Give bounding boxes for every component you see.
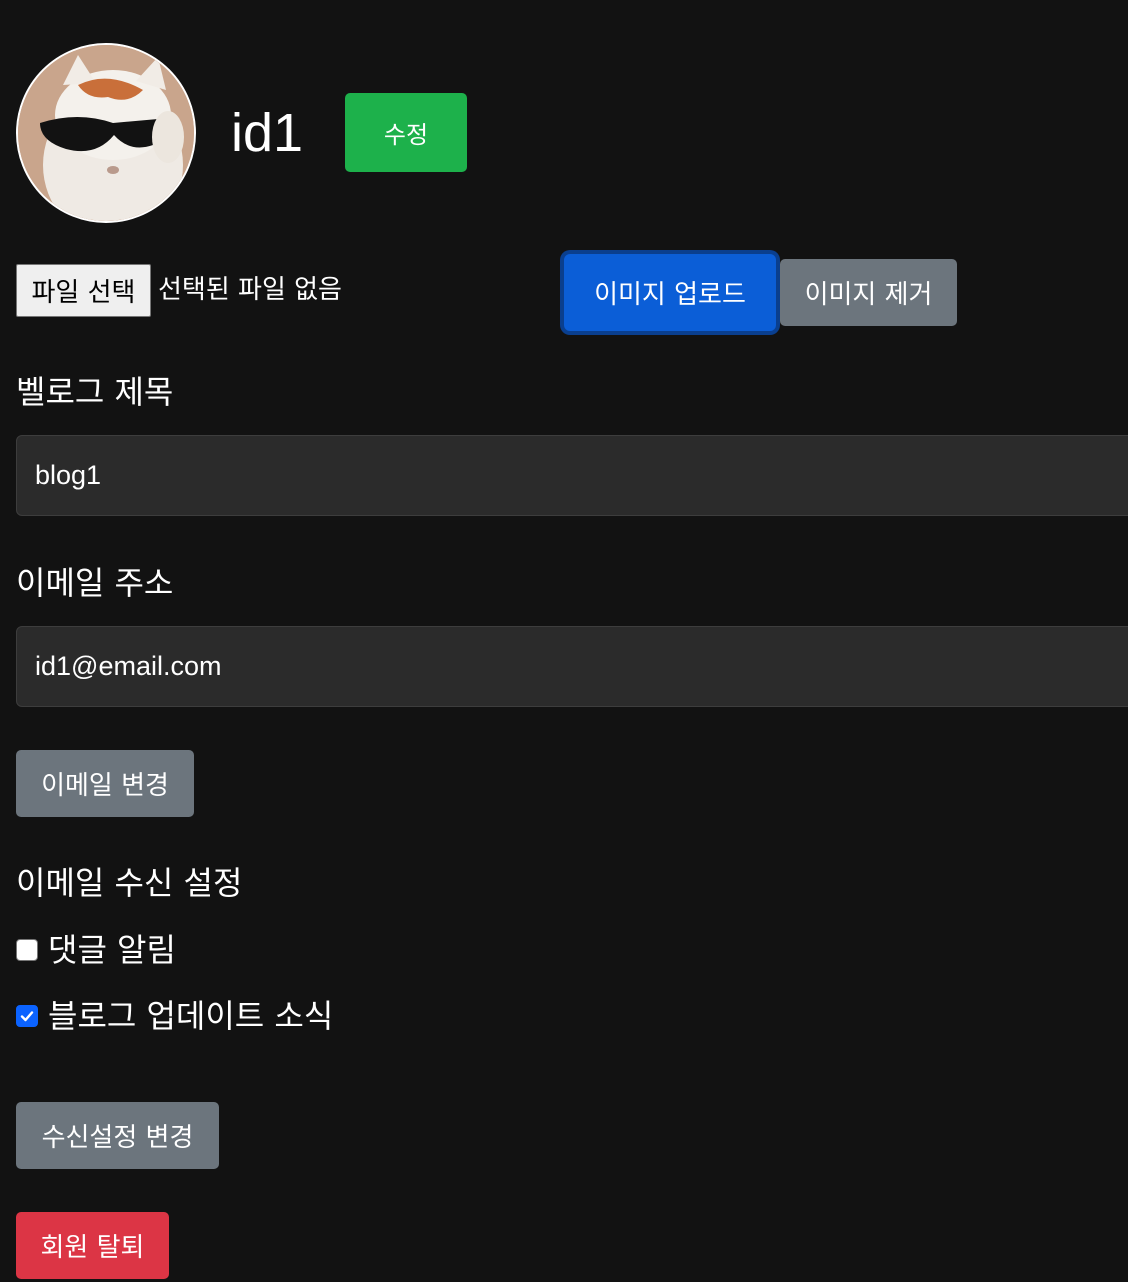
profile-avatar <box>16 43 196 223</box>
blog-title-label: 벨로그 제목 <box>16 373 174 411</box>
comment-notification-checkbox[interactable] <box>16 939 38 961</box>
blog-update-checkbox[interactable] <box>16 1005 38 1027</box>
blog-update-label: 블로그 업데이트 소식 <box>48 997 334 1035</box>
blog-title-input[interactable] <box>16 435 1128 516</box>
profile-settings-page: id1 수정 파일 선택 선택된 파일 없음 이미지 업로드 이미지 제거 벨로… <box>0 0 1128 1282</box>
cat-with-sunglasses-image <box>18 45 194 221</box>
email-input[interactable] <box>16 626 1128 707</box>
upload-image-button[interactable]: 이미지 업로드 <box>564 254 776 331</box>
save-subscription-button[interactable]: 수신설정 변경 <box>16 1102 219 1169</box>
username: id1 <box>231 103 304 163</box>
change-email-button[interactable]: 이메일 변경 <box>16 750 194 817</box>
remove-image-button[interactable]: 이미지 제거 <box>780 259 957 326</box>
comment-notification-label: 댓글 알림 <box>48 931 176 969</box>
file-status-text: 선택된 파일 없음 <box>158 275 342 305</box>
edit-profile-button[interactable]: 수정 <box>345 93 467 172</box>
blog-update-option[interactable]: 블로그 업데이트 소식 <box>16 994 333 1038</box>
checkmark-icon <box>20 1011 34 1022</box>
withdraw-account-button[interactable]: 회원 탈퇴 <box>16 1212 169 1279</box>
email-label: 이메일 주소 <box>16 564 174 602</box>
choose-file-button[interactable]: 파일 선택 <box>16 264 151 317</box>
comment-notification-option[interactable]: 댓글 알림 <box>16 928 176 972</box>
email-subscription-label: 이메일 수신 설정 <box>16 864 243 902</box>
